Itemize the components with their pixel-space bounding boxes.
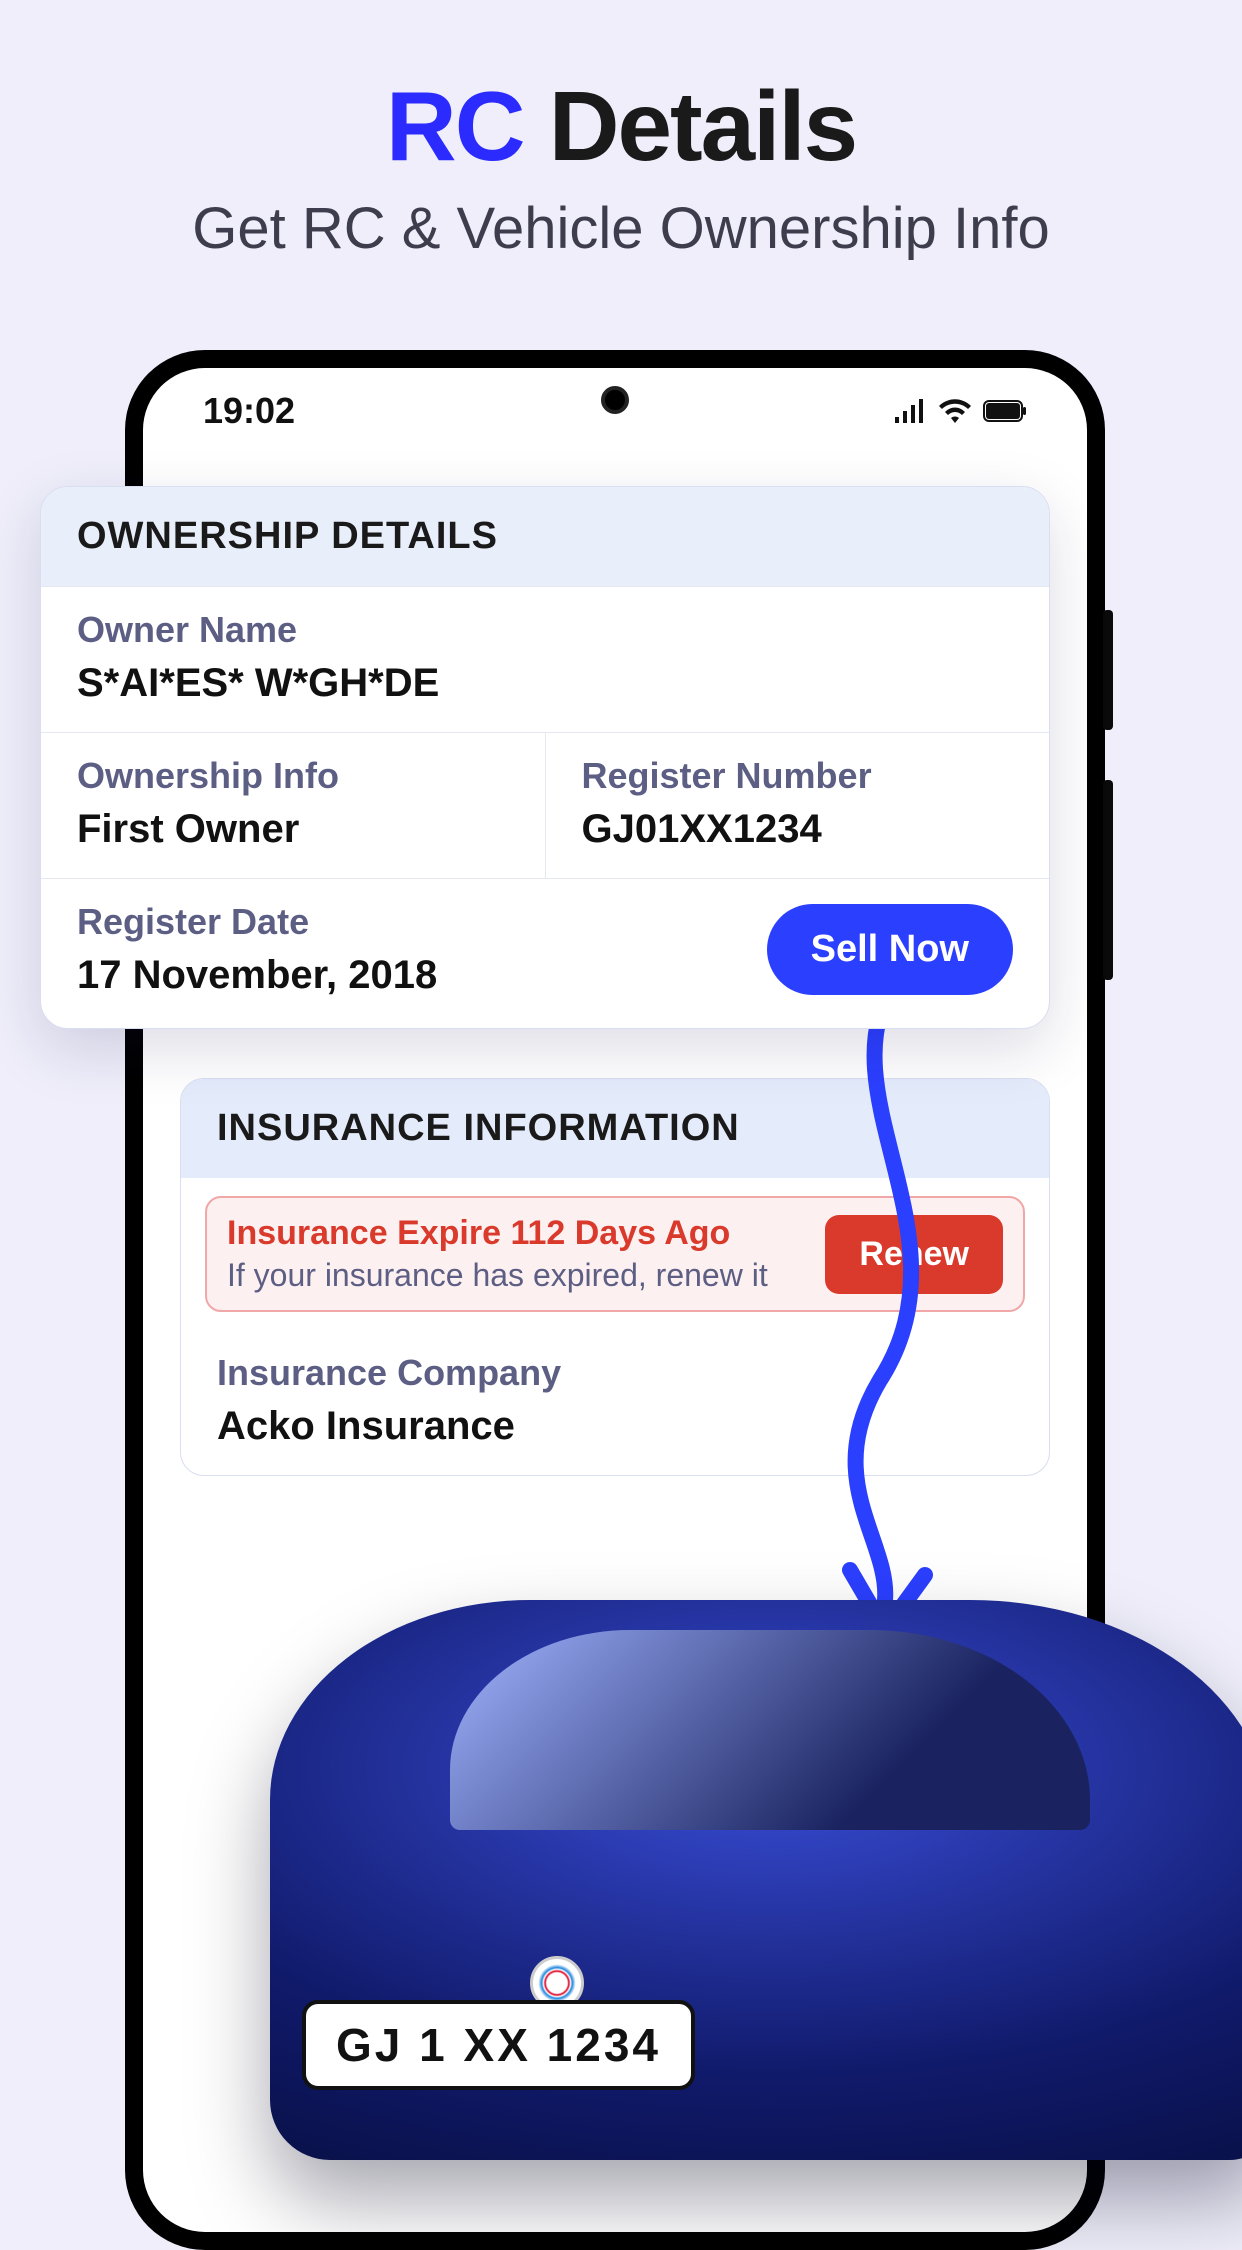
- license-plate: GJ 1 XX 1234: [302, 2000, 695, 2090]
- insurance-company-label: Insurance Company: [217, 1352, 1013, 1394]
- ownership-info-value: First Owner: [77, 807, 509, 852]
- car-image: GJ 1 XX 1234: [270, 1600, 1242, 2160]
- insurance-company-value: Acko Insurance: [217, 1404, 1013, 1449]
- insurance-alert: Insurance Expire 112 Days Ago If your in…: [205, 1196, 1025, 1312]
- page-title: RC Details: [0, 0, 1242, 183]
- owner-name-label: Owner Name: [77, 609, 1013, 651]
- cellular-icon: [893, 399, 927, 423]
- page-title-prefix: RC: [386, 71, 524, 181]
- owner-name-block: Owner Name S*AI*ES* W*GH*DE: [41, 586, 1049, 732]
- renew-button[interactable]: Renew: [825, 1215, 1003, 1294]
- ownership-header: OWNERSHIP DETAILS: [41, 487, 1049, 586]
- page-title-suffix: Details: [523, 71, 856, 181]
- ownership-card: OWNERSHIP DETAILS Owner Name S*AI*ES* W*…: [40, 486, 1050, 1029]
- register-date-block: Register Date 17 November, 2018: [77, 901, 437, 998]
- ownership-info-label: Ownership Info: [77, 755, 509, 797]
- wifi-icon: [939, 399, 971, 423]
- insurance-alert-title: Insurance Expire 112 Days Ago: [227, 1214, 768, 1253]
- register-date-value: 17 November, 2018: [77, 953, 437, 998]
- status-time: 19:02: [203, 390, 295, 432]
- register-number-block: Register Number GJ01XX1234: [545, 733, 1050, 878]
- insurance-card: INSURANCE INFORMATION Insurance Expire 1…: [180, 1078, 1050, 1476]
- register-date-label: Register Date: [77, 901, 437, 943]
- phone-side-button: [1103, 610, 1113, 730]
- sell-now-button[interactable]: Sell Now: [767, 904, 1013, 995]
- battery-icon: [983, 400, 1027, 422]
- insurance-alert-subtitle: If your insurance has expired, renew it: [227, 1257, 768, 1294]
- ownership-info-block: Ownership Info First Owner: [41, 733, 545, 878]
- front-camera: [601, 386, 629, 414]
- owner-name-value: S*AI*ES* W*GH*DE: [77, 661, 1013, 706]
- page-subtitle: Get RC & Vehicle Ownership Info: [0, 195, 1242, 262]
- register-number-value: GJ01XX1234: [582, 807, 1014, 852]
- phone-side-button: [1103, 780, 1113, 980]
- register-number-label: Register Number: [582, 755, 1014, 797]
- insurance-header: INSURANCE INFORMATION: [181, 1079, 1049, 1178]
